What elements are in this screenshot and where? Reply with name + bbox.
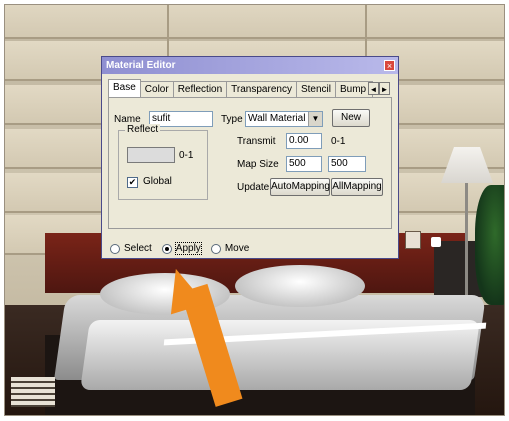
tab-base[interactable]: Base [108, 79, 141, 97]
tab-reflection[interactable]: Reflection [172, 81, 228, 97]
tab-transparency[interactable]: Transparency [226, 81, 297, 97]
floor-lamp-pole [465, 183, 468, 303]
plant [475, 185, 504, 305]
reflect-color-swatch[interactable] [127, 147, 175, 163]
book-stack [11, 377, 55, 407]
material-editor-dialog: Material Editor × Base Color Reflection … [101, 56, 399, 259]
map-size-width-field[interactable]: 500 [286, 156, 322, 172]
global-checkbox[interactable]: ✔ [127, 177, 138, 188]
type-select-value: Wall Material [248, 113, 306, 124]
tab-strip: Base Color Reflection Transparency Stenc… [108, 79, 373, 97]
arrow-left-icon[interactable]: ◄ [368, 82, 379, 95]
transmit-field[interactable]: 0.00 [286, 133, 322, 149]
reflect-group-label: Reflect [125, 124, 161, 135]
tab-scroller: ◄ ► [368, 82, 390, 95]
map-size-label: Map Size [237, 159, 279, 170]
type-select[interactable]: Wall Material ▼ [245, 111, 323, 127]
dialog-title: Material Editor [106, 60, 176, 71]
cup [431, 237, 441, 247]
pillow [235, 265, 365, 307]
global-label: Global [143, 176, 172, 187]
transmit-range: 0-1 [331, 136, 346, 147]
apply-radio[interactable] [161, 243, 172, 254]
picture-frame [405, 231, 421, 249]
auto-mapping-button[interactable]: AutoMapping [270, 178, 330, 196]
move-radio-label[interactable]: Move [225, 243, 249, 254]
select-radio-label[interactable]: Select [124, 243, 152, 254]
all-mapping-button[interactable]: AllMapping [331, 178, 383, 196]
tab-stencil[interactable]: Stencil [295, 81, 336, 97]
reflect-group: Reflect 0-1 ✔ Global [118, 124, 208, 200]
wall-panel [5, 5, 504, 39]
mode-radio-group: Select Apply Move [110, 242, 255, 255]
close-icon[interactable]: × [384, 60, 395, 71]
new-button[interactable]: New [332, 109, 370, 127]
arrow-right-icon[interactable]: ► [379, 82, 390, 95]
map-size-height-field[interactable]: 500 [328, 156, 366, 172]
transmit-label: Transmit [237, 136, 276, 147]
select-radio[interactable] [110, 243, 120, 254]
tab-color[interactable]: Color [139, 81, 174, 97]
apply-radio-label[interactable]: Apply [174, 242, 202, 255]
title-bar[interactable]: Material Editor × [102, 57, 398, 74]
base-tab-panel: Name sufit Type Wall Material ▼ New Refl… [108, 97, 392, 229]
move-radio[interactable] [210, 243, 221, 254]
reflect-range: 0-1 [179, 150, 194, 161]
type-label: Type [221, 114, 243, 125]
chevron-down-icon[interactable]: ▼ [308, 112, 322, 126]
update-label: Update: [237, 182, 273, 193]
